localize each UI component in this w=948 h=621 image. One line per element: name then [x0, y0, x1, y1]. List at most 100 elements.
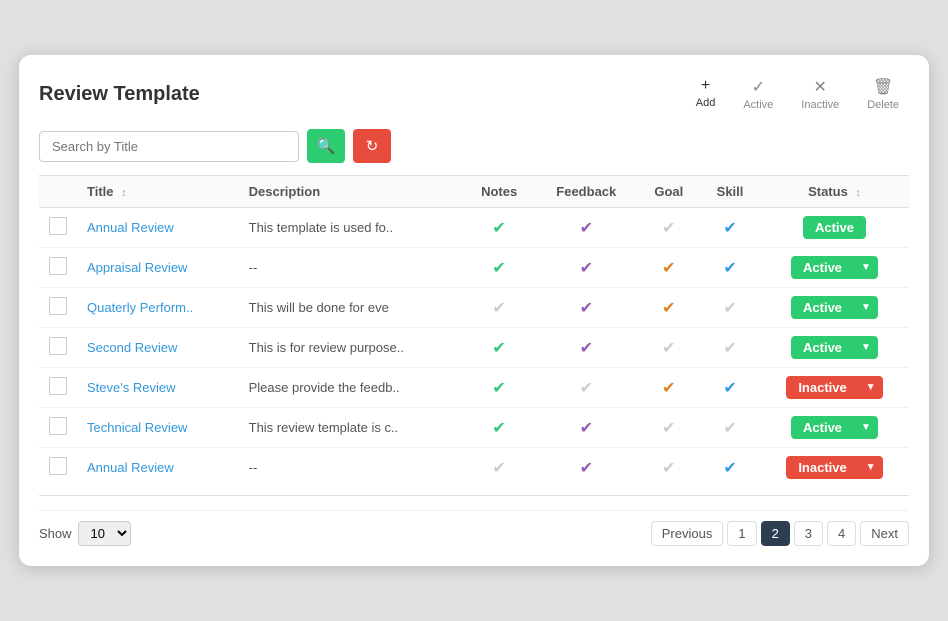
row-title-link[interactable]: Appraisal Review	[87, 260, 187, 275]
review-table: Title ↕ Description Notes Feedback Goal …	[39, 175, 909, 487]
search-button[interactable]: 🔍	[307, 129, 345, 163]
row-checkbox-cell	[39, 368, 77, 408]
page-1-button[interactable]: 1	[727, 521, 756, 546]
row-checkbox[interactable]	[49, 217, 67, 235]
check-purple-icon: ✔	[580, 220, 593, 237]
row-title-link[interactable]: Annual Review	[87, 460, 174, 475]
inactive-button[interactable]: ✕ Inactive	[791, 73, 849, 115]
row-goal-cell: ✔	[637, 328, 700, 368]
show-select[interactable]: 10 25 50	[78, 521, 131, 546]
status-badge[interactable]: Active ▼	[791, 336, 878, 359]
row-status-cell: Active ▼	[760, 248, 909, 288]
page-4-button[interactable]: 4	[827, 521, 856, 546]
row-checkbox[interactable]	[49, 337, 67, 355]
row-title-cell: Annual Review	[77, 208, 239, 248]
prev-button[interactable]: Previous	[651, 521, 724, 546]
row-title-link[interactable]: Second Review	[87, 340, 177, 355]
row-checkbox-cell	[39, 448, 77, 488]
search-input[interactable]	[39, 131, 299, 162]
col-description: Description	[239, 176, 464, 208]
table-row: Quaterly Perform.. This will be done for…	[39, 288, 909, 328]
row-description-cell: --	[239, 248, 464, 288]
status-label: Active	[791, 336, 854, 359]
inactive-label: Inactive	[801, 99, 839, 111]
status-badge[interactable]: Active ▼	[791, 256, 878, 279]
row-title-cell: Quaterly Perform..	[77, 288, 239, 328]
row-checkbox[interactable]	[49, 457, 67, 475]
row-goal-cell: ✔	[637, 208, 700, 248]
dropdown-arrow-icon[interactable]: ▼	[854, 416, 878, 439]
status-badge[interactable]: Inactive ▼	[786, 456, 882, 479]
row-title-link[interactable]: Steve's Review	[87, 380, 175, 395]
check-gray-icon: ✔	[723, 420, 736, 437]
row-checkbox[interactable]	[49, 417, 67, 435]
row-title-cell: Appraisal Review	[77, 248, 239, 288]
check-purple-icon: ✔	[580, 260, 593, 277]
main-card: Review Template + Add ✓ Active ✕ Inactiv…	[19, 55, 929, 566]
row-description-cell: This will be done for eve	[239, 288, 464, 328]
search-row: 🔍 ↻	[39, 129, 909, 163]
row-status-cell: Active ▼	[760, 288, 909, 328]
col-feedback: Feedback	[535, 176, 637, 208]
row-status-cell: Active ▼	[760, 328, 909, 368]
row-checkbox-cell	[39, 248, 77, 288]
row-checkbox[interactable]	[49, 297, 67, 315]
active-button[interactable]: ✓ Active	[733, 73, 783, 115]
check-gray-icon: ✔	[723, 300, 736, 317]
add-button[interactable]: + Add	[686, 73, 726, 115]
row-notes-cell: ✔	[463, 288, 535, 328]
next-button[interactable]: Next	[860, 521, 909, 546]
reset-button[interactable]: ↻	[353, 129, 391, 163]
col-skill: Skill	[700, 176, 760, 208]
dropdown-arrow-icon[interactable]: ▼	[854, 336, 878, 359]
title-sort-icon[interactable]: ↕	[121, 187, 127, 199]
page-3-button[interactable]: 3	[794, 521, 823, 546]
row-checkbox[interactable]	[49, 257, 67, 275]
check-green-icon: ✔	[492, 420, 505, 437]
col-goal: Goal	[637, 176, 700, 208]
row-goal-cell: ✔	[637, 288, 700, 328]
check-green-icon: ✔	[492, 260, 505, 277]
row-goal-cell: ✔	[637, 448, 700, 488]
check-green-icon: ✔	[492, 340, 505, 357]
status-label: Active	[791, 256, 854, 279]
dropdown-arrow-icon[interactable]: ▼	[854, 256, 878, 279]
dropdown-arrow-icon[interactable]: ▼	[859, 456, 883, 479]
row-checkbox[interactable]	[49, 377, 67, 395]
row-skill-cell: ✔	[700, 328, 760, 368]
row-status-cell: Active ▼	[760, 408, 909, 448]
show-section: Show 10 25 50	[39, 521, 131, 546]
x-icon: ✕	[814, 77, 827, 97]
col-checkbox	[39, 176, 77, 208]
status-sort-icon[interactable]: ↕	[855, 187, 861, 199]
delete-button[interactable]: 🗑 Delete	[857, 73, 909, 115]
check-gray-icon: ✔	[492, 300, 505, 317]
add-label: Add	[696, 97, 716, 109]
status-label: Inactive	[786, 376, 858, 399]
status-badge[interactable]: Inactive ▼	[786, 376, 882, 399]
col-status: Status ↕	[760, 176, 909, 208]
row-title-link[interactable]: Quaterly Perform..	[87, 300, 193, 315]
row-title-link[interactable]: Annual Review	[87, 220, 174, 235]
row-status-cell: Inactive ▼	[760, 448, 909, 488]
table-header-row: Title ↕ Description Notes Feedback Goal …	[39, 176, 909, 208]
row-checkbox-cell	[39, 408, 77, 448]
row-skill-cell: ✔	[700, 408, 760, 448]
status-badge: Active	[803, 216, 866, 239]
row-title-link[interactable]: Technical Review	[87, 420, 187, 435]
active-label: Active	[743, 99, 773, 111]
status-badge[interactable]: Active ▼	[791, 296, 878, 319]
check-purple-icon: ✔	[580, 460, 593, 477]
row-notes-cell: ✔	[463, 448, 535, 488]
check-purple-icon: ✔	[580, 340, 593, 357]
page-buttons: Previous1234Next	[651, 521, 909, 546]
status-badge[interactable]: Active ▼	[791, 416, 878, 439]
status-label: Active	[791, 416, 854, 439]
check-purple-icon: ✔	[580, 300, 593, 317]
dropdown-arrow-icon[interactable]: ▼	[854, 296, 878, 319]
table-row: Second Review This is for review purpose…	[39, 328, 909, 368]
dropdown-arrow-icon[interactable]: ▼	[859, 376, 883, 399]
check-orange-icon: ✔	[662, 380, 675, 397]
page-2-button[interactable]: 2	[761, 521, 790, 546]
row-feedback-cell: ✔	[535, 288, 637, 328]
